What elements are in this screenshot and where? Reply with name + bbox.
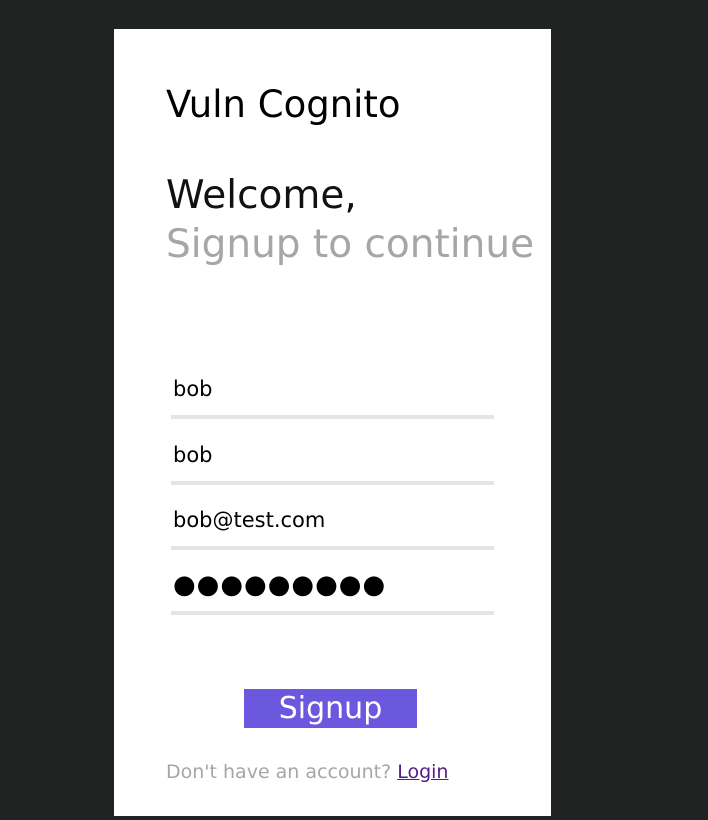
signup-subtitle: Signup to continue <box>166 222 535 267</box>
first-name-field[interactable] <box>171 363 494 419</box>
login-link[interactable]: Login <box>397 761 448 783</box>
last-name-field[interactable] <box>171 429 494 485</box>
no-account-text: Don't have an account? <box>166 761 392 783</box>
email-field[interactable] <box>171 494 494 550</box>
welcome-heading: Welcome, <box>166 173 357 218</box>
footer-prompt: Don't have an account? Login <box>166 759 448 785</box>
password-field[interactable] <box>171 559 494 615</box>
app-title: Vuln Cognito <box>166 83 401 126</box>
signup-card: Vuln Cognito Welcome, Signup to continue… <box>114 29 551 816</box>
signup-button[interactable]: Signup <box>244 689 417 728</box>
